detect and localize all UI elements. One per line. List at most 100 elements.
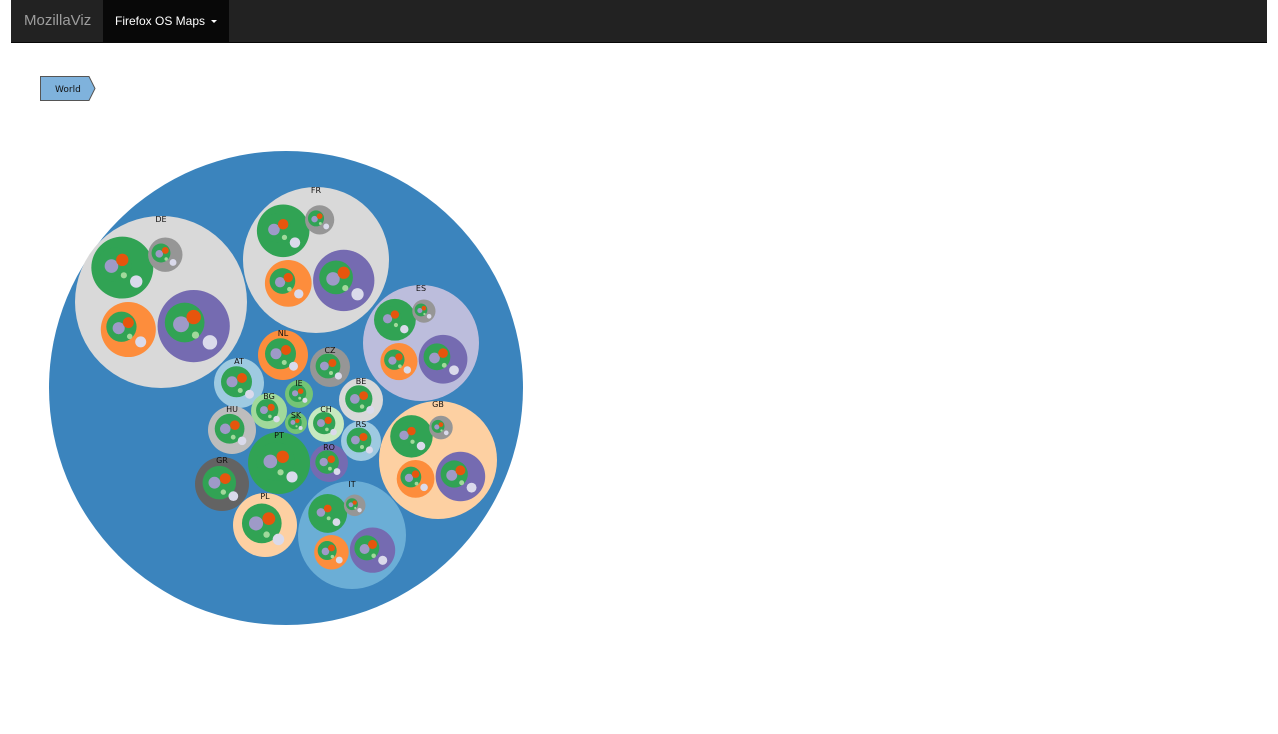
it-sub-3-g [354, 506, 357, 510]
de-sub-0-r [116, 253, 129, 267]
fr-sub-2-g [287, 286, 292, 292]
de-sub-1-p [173, 316, 189, 333]
it-sub-0-p [316, 508, 326, 517]
it-sub-3-r [352, 500, 357, 505]
nl-red [281, 345, 291, 355]
bg-light [273, 415, 280, 423]
es-sub-3-p [417, 307, 423, 314]
es-sub-3-g [423, 312, 426, 316]
gb-sub-1-r [455, 465, 466, 476]
nl-light [289, 361, 298, 371]
fr-sub-0-g [281, 234, 288, 240]
gb-sub-1-l [466, 482, 477, 493]
pt-light [286, 471, 298, 483]
ie-light [302, 397, 308, 403]
fr-sub-3-r [316, 213, 323, 220]
bg-lg [268, 414, 272, 419]
fr-sub-2-l [294, 289, 304, 299]
gb-sub-2-l [420, 483, 428, 492]
country-label-nl: NL [278, 329, 289, 338]
de-sub-2-l [135, 336, 147, 348]
it-sub-3-l [357, 508, 362, 513]
de-sub-0-l [130, 275, 143, 288]
be-lg [359, 404, 365, 409]
at-lg [237, 388, 243, 393]
es-sub-0-r [390, 310, 400, 319]
sk-lg [295, 425, 298, 428]
sk-light [298, 425, 303, 430]
de-sub-0-p [104, 259, 119, 273]
nl-purple [270, 348, 282, 360]
pt-red [276, 450, 289, 463]
ch-purple [317, 419, 325, 428]
packed-circle-chart: DE FR ES NL AT CZ IE BE BG SK CH HU RS GB PT RO GR PL IT [49, 151, 523, 625]
country-label-ro: RO [323, 443, 335, 452]
country-label-at: AT [234, 357, 244, 366]
es-sub-2-l [403, 366, 412, 374]
nl-lg [281, 360, 287, 365]
de-sub-2-p [112, 322, 125, 335]
rs-lg [360, 445, 364, 449]
de-sub-0-g [120, 272, 127, 279]
fr-sub-2-p [274, 277, 286, 288]
ie-purple [292, 390, 299, 397]
gb-sub-0-r [407, 426, 416, 436]
rs-light [365, 446, 373, 454]
gb-sub-0-p [399, 430, 409, 441]
cz-lg [329, 371, 333, 375]
pl-red [262, 512, 276, 525]
ro-red [327, 455, 336, 464]
rs-red [359, 433, 368, 441]
it-sub-1-l [378, 555, 388, 565]
it-sub-0-g [326, 516, 331, 521]
es-sub-3-r [421, 305, 427, 311]
es-sub-2-g [398, 364, 402, 369]
ie-red [297, 388, 304, 395]
hu-lg [230, 434, 236, 440]
gb-sub-3-p [434, 424, 440, 430]
pt-purple [263, 454, 278, 469]
it-sub-0-r [323, 504, 332, 513]
fr-sub-1-p [326, 272, 340, 286]
de-sub-3-g [164, 257, 168, 261]
de-sub-3-l [169, 259, 177, 266]
bg-red [267, 403, 275, 411]
gr-lg [220, 489, 227, 495]
country-label-bg: BG [263, 392, 275, 401]
es-sub-0-g [393, 322, 399, 328]
fr-sub-0-l [289, 237, 301, 248]
ro-lg [328, 466, 332, 471]
bg-purple [260, 406, 268, 415]
ie-lg [298, 396, 302, 400]
fr-sub-3-g [318, 222, 322, 225]
es-sub-2-p [388, 356, 397, 365]
pl-light [272, 533, 285, 546]
country-label-rs: RS [356, 420, 367, 429]
fr-sub-2-r [283, 272, 293, 283]
country-label-de: DE [155, 215, 166, 224]
it-sub-2-l [335, 556, 343, 564]
de-sub-3-r [161, 246, 169, 254]
it-sub-0-l [332, 518, 341, 527]
es-sub-1-r [438, 348, 448, 359]
gb-sub-3-g [440, 429, 443, 432]
de-sub-1-r [186, 309, 201, 325]
it-sub-1-p [359, 543, 370, 554]
be-light [366, 405, 375, 414]
it-sub-2-p [321, 547, 330, 556]
country-label-gb: GB [432, 400, 444, 409]
es-sub-2-r [395, 353, 403, 361]
gb-sub-0-g [410, 439, 415, 444]
hu-purple [220, 423, 231, 435]
fr-sub-1-r [337, 266, 350, 279]
gr-light [228, 491, 239, 502]
gb-sub-0-l [416, 441, 426, 451]
cz-light [334, 372, 342, 380]
gb-sub-3-r [438, 422, 444, 427]
ch-red [324, 416, 332, 424]
gb-sub-3-l [443, 430, 449, 436]
gr-purple [208, 476, 221, 489]
country-label-ch: CH [320, 405, 332, 414]
cz-purple [320, 361, 329, 371]
pl-purple [249, 516, 264, 531]
